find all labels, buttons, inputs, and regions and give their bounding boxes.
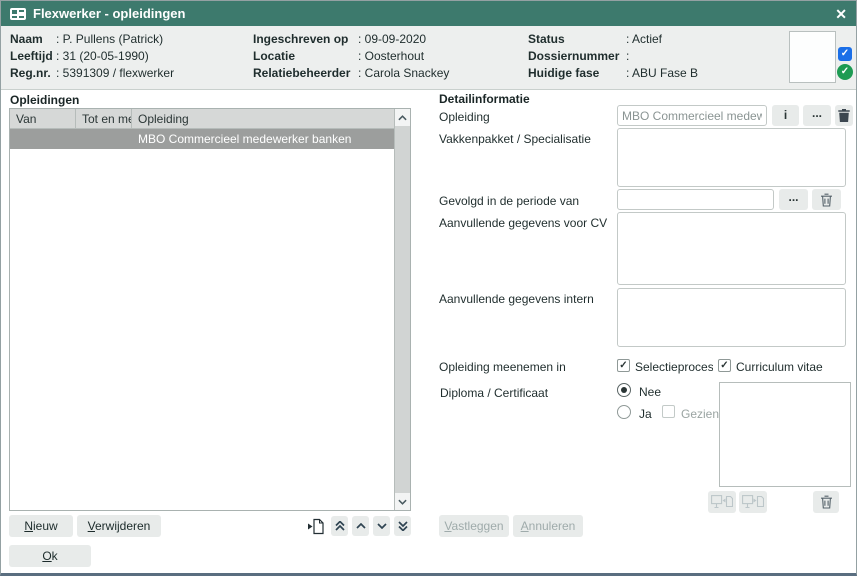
relatiebeheerder-label: Relatiebeheerder (253, 65, 358, 82)
naam-value: : P. Pullens (Patrick) (56, 31, 174, 48)
curriculum-vitae-checkbox[interactable]: ✓ (718, 359, 731, 372)
titlebar: Flexwerker - opleidingen ✕ (1, 1, 856, 26)
dossiernummer-value: : (626, 48, 698, 65)
table-header-row: Van Tot en met Opleiding (10, 109, 394, 129)
flexwerker-opleidingen-dialog: Flexwerker - opleidingen ✕ Naam : P. Pul… (0, 0, 857, 576)
opleidingen-table: Van Tot en met Opleiding MBO Commercieel… (9, 108, 411, 511)
window-title: Flexwerker - opleidingen (33, 6, 185, 21)
scroll-up-icon[interactable] (395, 109, 410, 126)
dossiernummer-label: Dossiernummer (528, 48, 626, 65)
leeftijd-label: Leeftijd (10, 48, 56, 65)
ingeschreven-value: : 09-09-2020 (358, 31, 449, 48)
import-from-file-icon[interactable] (708, 491, 736, 513)
id-card-icon (10, 8, 26, 20)
header-column-1: Naam : P. Pullens (Patrick) Leeftijd : 3… (10, 31, 174, 82)
gezien-checkbox-label: Gezien (681, 407, 719, 421)
diploma-nee-radio[interactable] (617, 383, 631, 397)
cv-gegevens-label: Aanvullende gegevens voor CV (439, 216, 607, 230)
curriculum-vitae-checkbox-label[interactable]: Curriculum vitae (736, 360, 823, 374)
vastleggen-button[interactable]: Vastleggen (439, 515, 509, 537)
opleidingen-section-title: Opleidingen (10, 93, 79, 107)
column-header-van[interactable]: Van (10, 109, 76, 128)
intern-gegevens-label: Aanvullende gegevens intern (439, 292, 594, 306)
annuleren-button[interactable]: Annuleren (513, 515, 583, 537)
periode-delete-trash-icon[interactable] (812, 189, 841, 210)
cv-gegevens-textarea[interactable] (617, 212, 846, 285)
verwijderen-button[interactable]: Verwijderen (77, 515, 161, 537)
diploma-label: Diploma / Certificaat (440, 386, 548, 400)
diploma-ja-radio[interactable] (617, 405, 631, 419)
move-top-icon[interactable] (331, 516, 348, 536)
column-header-tot-en-met[interactable]: Tot en met (76, 109, 132, 128)
selectieproces-checkbox[interactable]: ✓ (617, 359, 630, 372)
scroll-down-icon[interactable] (395, 493, 410, 510)
close-icon[interactable]: ✕ (835, 7, 847, 21)
regnr-label: Reg.nr. (10, 65, 56, 82)
photo-placeholder (789, 31, 836, 83)
nieuw-button[interactable]: Nieuw (9, 515, 73, 537)
meenemen-label: Opleiding meenemen in (439, 360, 566, 374)
periode-label: Gevolgd in de periode van (439, 194, 579, 208)
status-label: Status (528, 31, 626, 48)
locatie-value: : Oosterhout (358, 48, 449, 65)
table-row-selected[interactable]: MBO Commercieel medewerker banken (10, 129, 394, 149)
diploma-delete-trash-icon[interactable] (813, 491, 839, 513)
header-column-3: Status : Actief Dossiernummer : Huidige … (528, 31, 698, 82)
intern-gegevens-textarea[interactable] (617, 288, 846, 347)
huidige-fase-label: Huidige fase (528, 65, 626, 82)
move-down-icon[interactable] (373, 516, 390, 536)
vertical-scrollbar[interactable] (394, 109, 410, 510)
periode-browse-button[interactable]: ... (779, 189, 808, 210)
green-status-check-icon: ✓ (837, 64, 853, 80)
locatie-label: Locatie (253, 48, 358, 65)
ok-button[interactable]: Ok (9, 545, 91, 567)
diploma-nee-label[interactable]: Nee (639, 385, 661, 399)
regnr-value: : 5391309 / flexwerker (56, 65, 174, 82)
naam-label: Naam (10, 31, 56, 48)
relatiebeheerder-value: : Carola Snackey (358, 65, 449, 82)
detailinformatie-section-title: Detailinformatie (439, 92, 530, 106)
move-bottom-icon[interactable] (394, 516, 411, 536)
header-column-2: Ingeschreven op : 09-09-2020 Locatie : O… (253, 31, 449, 82)
leeftijd-value: : 31 (20-05-1990) (56, 48, 174, 65)
diploma-image-box (719, 382, 851, 487)
vakkenpakket-textarea[interactable] (617, 128, 846, 187)
diploma-ja-label[interactable]: Ja (639, 407, 652, 421)
move-up-icon[interactable] (352, 516, 369, 536)
ingeschreven-label: Ingeschreven op (253, 31, 358, 48)
export-to-file-icon[interactable] (739, 491, 767, 513)
vakkenpakket-label: Vakkenpakket / Specialisatie (439, 132, 591, 146)
goto-record-icon[interactable] (305, 516, 327, 536)
opleiding-input[interactable] (617, 105, 767, 126)
huidige-fase-value: : ABU Fase B (626, 65, 698, 82)
opleiding-browse-button[interactable]: ... (803, 105, 831, 126)
blue-checked-checkbox-icon[interactable]: ✓ (838, 47, 852, 61)
info-button[interactable]: i (772, 105, 799, 126)
periode-input[interactable] (617, 189, 774, 210)
opleiding-delete-trash-icon[interactable] (835, 105, 853, 126)
opleiding-label: Opleiding (439, 110, 490, 124)
gezien-checkbox[interactable] (662, 405, 675, 418)
selectieproces-checkbox-label[interactable]: Selectieproces (635, 360, 713, 374)
person-info-header: Naam : P. Pullens (Patrick) Leeftijd : 3… (1, 26, 856, 90)
column-header-opleiding[interactable]: Opleiding (132, 109, 394, 128)
status-value: : Actief (626, 31, 698, 48)
